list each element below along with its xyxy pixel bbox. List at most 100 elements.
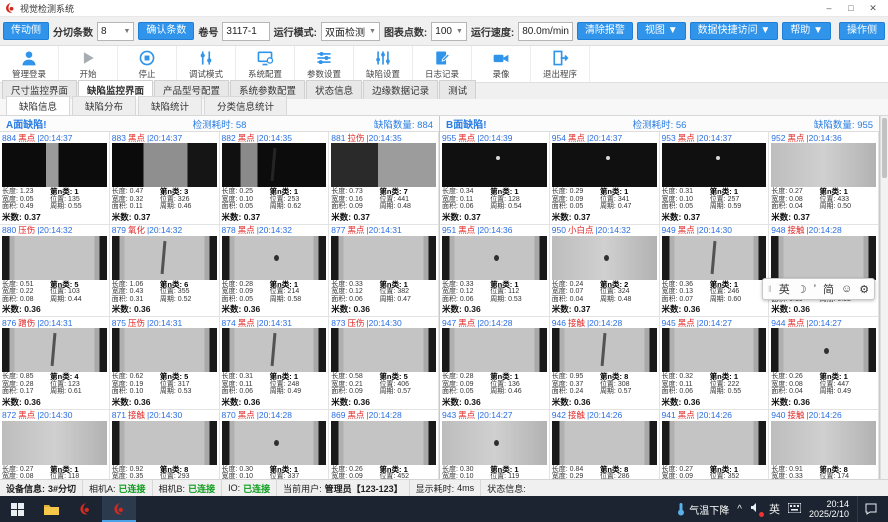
defect-cell[interactable]: 943黑点|20:14:27长度: 0.30宽度: 0.10面积: 0.05第n… xyxy=(440,410,550,480)
defect-cell[interactable]: 874黑点|20:14:31长度: 0.31宽度: 0.11面积: 0.06第n… xyxy=(220,317,330,410)
defect-cell[interactable]: 949黑点|20:14:30长度: 0.36宽度: 0.13面积: 0.07第n… xyxy=(660,225,770,318)
defect-cell[interactable]: 942接触|20:14:26长度: 0.84宽度: 0.29面积: 0.18第n… xyxy=(550,410,660,480)
coil-input[interactable]: 3117-1 xyxy=(222,22,269,41)
subtab-1[interactable]: 缺陷分布 xyxy=(72,96,136,115)
ime-item-0[interactable]: 英 xyxy=(779,281,790,297)
weather-widget[interactable]: 气温下降 xyxy=(677,502,729,517)
defect-meta-right: 第n类: 1位置: 118周期: 0.51 xyxy=(50,466,107,480)
defect-length: 长度: 0.73 xyxy=(331,188,379,196)
data-quick-access-button[interactable]: 数据快捷访问 ▼ xyxy=(690,22,779,40)
ime-item-3[interactable]: 简 xyxy=(823,281,834,297)
defect-cell[interactable]: 869黑点|20:14:28长度: 0.26宽度: 0.09面积: 0.04第n… xyxy=(329,410,439,480)
defect-image xyxy=(771,143,876,187)
defect-cell[interactable]: 944黑点|20:14:27长度: 0.26宽度: 0.08面积: 0.04第n… xyxy=(769,317,879,410)
subtab-0[interactable]: 缺陷信息 xyxy=(6,96,70,115)
defect-cell[interactable]: 940接触|20:14:26长度: 0.91宽度: 0.33面积: 0.21第n… xyxy=(769,410,879,480)
exit-program-button[interactable]: 退出程序 xyxy=(531,46,590,82)
defect-meta: 长度: 0.92宽度: 0.35面积: 0.22第n类: 8位置: 293周期:… xyxy=(111,465,218,480)
defect-class: 第n类: 3 xyxy=(160,188,217,196)
start-button[interactable]: 开始 xyxy=(59,46,118,82)
defect-width: 宽度: 0.32 xyxy=(112,196,160,204)
maximize-button[interactable]: □ xyxy=(840,3,862,13)
defect-cell[interactable]: 947黑点|20:14:28长度: 0.28宽度: 0.09面积: 0.05第n… xyxy=(440,317,550,410)
defect-cell[interactable]: 951黑点|20:14:36长度: 0.33宽度: 0.12面积: 0.06第n… xyxy=(440,225,550,318)
defect-cell[interactable]: 883黑点|20:14:37长度: 0.47宽度: 0.32面积: 0.11第n… xyxy=(110,132,220,225)
defect-cell[interactable]: 954黑点|20:14:37长度: 0.29宽度: 0.09面积: 0.05第n… xyxy=(550,132,660,225)
log-record-button[interactable]: 日志记录 xyxy=(413,46,472,82)
defect-cell[interactable]: 946接触|20:14:28长度: 0.95宽度: 0.37面积: 0.24第n… xyxy=(550,317,660,410)
taskbar-clock[interactable]: 20:14 2025/2/10 xyxy=(809,499,849,519)
tab-4[interactable]: 状态信息 xyxy=(306,80,362,99)
drag-handle-icon[interactable]: ‖ xyxy=(768,284,772,294)
defect-length: 长度: 1.06 xyxy=(112,281,160,289)
defect-cell[interactable]: 953黑点|20:14:37长度: 0.31宽度: 0.10面积: 0.05第n… xyxy=(660,132,770,225)
action-center-button[interactable] xyxy=(857,496,884,522)
volume-icon[interactable] xyxy=(750,502,761,516)
defect-cell[interactable]: 881拉伤|20:14:35长度: 0.73宽度: 0.16面积: 0.09第n… xyxy=(329,132,439,225)
defect-cell[interactable]: 941黑点|20:14:26长度: 0.27宽度: 0.09面积: 0.05第n… xyxy=(660,410,770,480)
defect-cell[interactable]: 950小白点|20:14:32长度: 0.24宽度: 0.07面积: 0.04第… xyxy=(550,225,660,318)
defect-id: 941 xyxy=(662,410,676,420)
ime-item-4[interactable]: ☺ xyxy=(841,283,852,295)
defect-class: 第n类: 1 xyxy=(600,188,657,196)
view-menu-button[interactable]: 视图 ▼ xyxy=(637,22,686,40)
stop-button[interactable]: 停止 xyxy=(118,46,177,82)
defect-cell[interactable]: 876蹭伤|20:14:31长度: 0.85宽度: 0.28面积: 0.17第n… xyxy=(0,317,110,410)
clear-alarm-button[interactable]: 清除报警 xyxy=(577,22,633,40)
defect-cell-header: 872黑点|20:14:30 xyxy=(1,410,108,421)
tab-6[interactable]: 测试 xyxy=(439,80,476,99)
defect-meters: 米数: 0.37 xyxy=(1,211,108,224)
defect-cell[interactable]: 878黑点|20:14:32长度: 0.28宽度: 0.09面积: 0.05第n… xyxy=(220,225,330,318)
scrollbar-thumb[interactable] xyxy=(882,118,887,178)
param-settings-button[interactable]: 参数设置 xyxy=(295,46,354,82)
record-video-button[interactable]: 录像 xyxy=(472,46,531,82)
tab-5[interactable]: 边缘数据记录 xyxy=(363,80,438,99)
system-config-button[interactable]: 系统配置 xyxy=(236,46,295,82)
operator-side-button[interactable]: 操作侧 xyxy=(839,22,885,40)
defect-cell[interactable]: 952黑点|20:14:36长度: 0.27宽度: 0.08面积: 0.04第n… xyxy=(769,132,879,225)
defect-id: 884 xyxy=(2,133,16,143)
defect-cell[interactable]: 871接触|20:14:30长度: 0.92宽度: 0.35面积: 0.22第n… xyxy=(110,410,220,480)
defect-cell[interactable]: 873压伤|20:14:30长度: 0.58宽度: 0.21面积: 0.09第n… xyxy=(329,317,439,410)
keyboard-icon[interactable] xyxy=(788,503,801,516)
defect-settings-button[interactable]: 缺陷设置 xyxy=(354,46,413,82)
defect-cell[interactable]: 877黑点|20:14:31长度: 0.33宽度: 0.12面积: 0.06第n… xyxy=(329,225,439,318)
defect-cell[interactable]: 955黑点|20:14:39长度: 0.34宽度: 0.11面积: 0.06第n… xyxy=(440,132,550,225)
confirm-count-button[interactable]: 确认条数 xyxy=(138,22,194,40)
defect-cell[interactable]: 948接触|20:14:28长度: 0.88宽度: 0.31面积: 0.19第n… xyxy=(769,225,879,318)
defect-cell[interactable]: 882黑点|20:14:35长度: 0.25宽度: 0.10面积: 0.05第n… xyxy=(220,132,330,225)
defect-meta: 长度: 0.30宽度: 0.10面积: 0.05第n类: 1位置: 337周期:… xyxy=(221,465,328,480)
defect-cell[interactable]: 879氧化|20:14:32长度: 1.06宽度: 0.43面积: 0.31第n… xyxy=(110,225,220,318)
defect-cell[interactable]: 884黑点|20:14:37长度: 1.23宽度: 0.05面积: 0.49第n… xyxy=(0,132,110,225)
defect-meta-left: 长度: 0.36宽度: 0.13面积: 0.07 xyxy=(662,281,710,304)
ime-item-2[interactable]: ’ xyxy=(814,283,816,295)
subtab-3[interactable]: 分类信息统计 xyxy=(204,96,287,115)
run-mode-select[interactable]: 双面检测▼ xyxy=(321,22,380,41)
monitor-icon xyxy=(256,49,274,67)
slit-count-select[interactable]: 8▼ xyxy=(97,22,134,41)
defect-meta-left: 长度: 0.28宽度: 0.09面积: 0.05 xyxy=(442,373,490,396)
defect-cell[interactable]: 875压伤|20:14:31长度: 0.62宽度: 0.19面积: 0.10第n… xyxy=(110,317,220,410)
vertical-scrollbar[interactable] xyxy=(880,116,888,479)
close-button[interactable]: ✕ xyxy=(862,3,884,14)
defect-cell[interactable]: 870黑点|20:14:28长度: 0.30宽度: 0.10面积: 0.05第n… xyxy=(220,410,330,480)
ime-item-5[interactable]: ⚙ xyxy=(859,283,869,296)
taskbar-app-inspection-active[interactable] xyxy=(102,496,136,522)
debug-mode-button[interactable]: 调试模式 xyxy=(177,46,236,82)
start-button[interactable] xyxy=(0,496,34,522)
help-menu-button[interactable]: 帮助 ▼ xyxy=(782,22,831,40)
file-explorer-button[interactable] xyxy=(34,496,68,522)
taskbar-app-inspection[interactable] xyxy=(68,496,102,522)
minimize-button[interactable]: – xyxy=(818,3,840,13)
defect-cell[interactable]: 872黑点|20:14:30长度: 0.27宽度: 0.08面积: 0.04第n… xyxy=(0,410,110,480)
drive-side-button[interactable]: 传动侧 xyxy=(3,22,49,40)
ime-item-1[interactable]: ☽ xyxy=(797,283,807,296)
ime-toolbar: ‖ 英 ☽ ’ 简 ☺ ⚙ xyxy=(762,278,875,300)
admin-login-button[interactable]: 管理登录 xyxy=(0,46,59,82)
tray-expand-button[interactable]: ^ xyxy=(737,504,742,515)
defect-cell[interactable]: 880压伤|20:14:32长度: 0.51宽度: 0.22面积: 0.08第n… xyxy=(0,225,110,318)
defect-cell[interactable]: 945黑点|20:14:27长度: 0.32宽度: 0.11面积: 0.06第n… xyxy=(660,317,770,410)
subtab-2[interactable]: 缺陷统计 xyxy=(138,96,202,115)
language-indicator[interactable]: 英 xyxy=(769,501,780,517)
chart-points-select[interactable]: 100▼ xyxy=(431,22,467,41)
